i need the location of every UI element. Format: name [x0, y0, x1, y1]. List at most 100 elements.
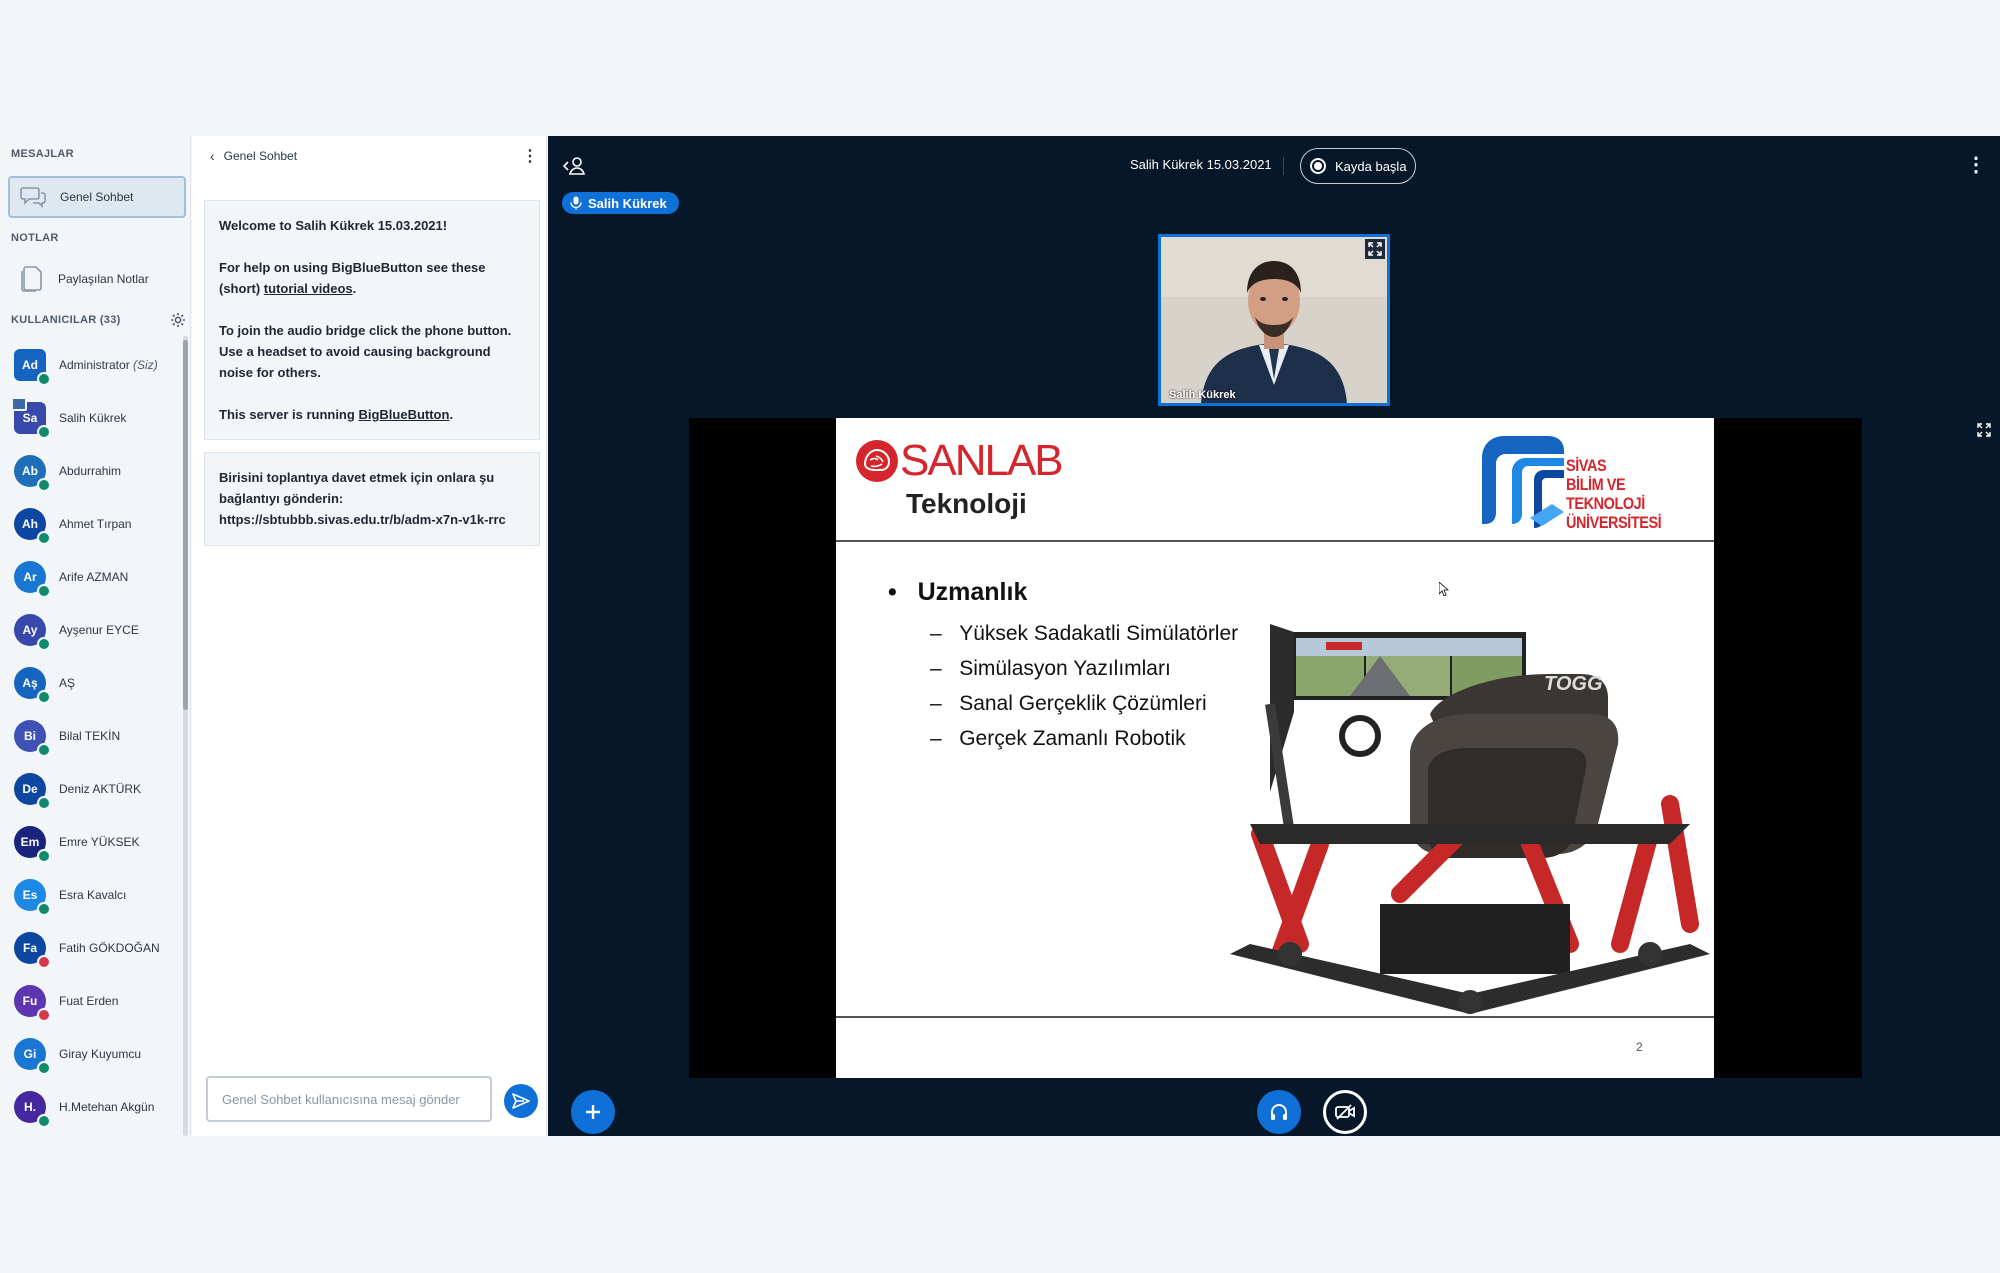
- listen-only-icon: [37, 849, 51, 863]
- meeting-title: Salih Kükrek 15.03.2021: [1130, 157, 1272, 172]
- toggle-userlist-icon[interactable]: [562, 154, 586, 178]
- user-list-item[interactable]: Es Esra Kavalcı: [14, 873, 174, 917]
- fullscreen-icon[interactable]: [1365, 239, 1385, 259]
- user-name: Administrator (Siz): [59, 358, 158, 372]
- user-name: Bilal TEKİN: [59, 729, 120, 743]
- user-name: Deniz AKTÜRK: [59, 782, 141, 796]
- listen-only-icon: [37, 478, 51, 492]
- user-list-item[interactable]: Aş AŞ: [14, 661, 174, 705]
- help-text: For help on using BigBlueButton see thes…: [219, 257, 525, 299]
- avatar: Ad: [14, 349, 51, 386]
- send-button[interactable]: [504, 1084, 538, 1118]
- headphones-icon: [1271, 1104, 1287, 1120]
- notes-icon: [16, 264, 46, 294]
- gear-icon[interactable]: [170, 312, 186, 328]
- user-name-text: Fatih GÖKDOĞAN: [59, 941, 160, 955]
- webcam-person-image: [1161, 237, 1387, 403]
- footer-rule: [836, 1016, 1714, 1018]
- sub-item: – Simülasyon Yazılımları: [930, 657, 1171, 680]
- bigbluebutton-link[interactable]: BigBlueButton: [358, 407, 449, 422]
- user-name-text: Esra Kavalcı: [59, 888, 127, 902]
- audio-button[interactable]: [1257, 1090, 1301, 1134]
- user-name: Fuat Erden: [59, 994, 118, 1008]
- user-list-item[interactable]: De Deniz AKTÜRK: [14, 767, 174, 811]
- talking-indicator[interactable]: Salih Kükrek: [562, 192, 679, 214]
- user-name: Ayşenur EYCE: [59, 623, 139, 637]
- avatar: Fa: [14, 932, 51, 969]
- user-list-item[interactable]: Em Emre YÜKSEK: [14, 820, 174, 864]
- user-name-text: H.Metehan Akgün: [59, 1100, 155, 1114]
- user-list-scroll-thumb[interactable]: [183, 340, 188, 710]
- user-name-text: Fuat Erden: [59, 994, 119, 1008]
- notes-section-title: NOTLAR: [11, 232, 59, 244]
- public-chat-button[interactable]: Genel Sohbet: [8, 176, 186, 218]
- user-name-text: Abdurrahim: [59, 464, 122, 478]
- user-list-item[interactable]: Gi Giray Kuyumcu: [14, 1032, 174, 1076]
- chevron-left-icon[interactable]: ‹: [210, 148, 215, 164]
- user-name-text: Administrator: [59, 358, 130, 372]
- presentation-slide[interactable]: SANLAB Teknoloji SİVAS BİLİM VE TEKNOLOJ…: [836, 418, 1714, 1078]
- slide-bullet: • Uzmanlık: [888, 578, 1028, 606]
- tutorial-videos-link[interactable]: tutorial videos: [264, 281, 353, 296]
- user-list-item[interactable]: Ah Ahmet Tırpan: [14, 502, 174, 546]
- chat-message-input[interactable]: Genel Sohbet kullanıcısına mesaj gönder: [206, 1076, 492, 1122]
- user-name-text: Bilal TEKİN: [59, 729, 121, 743]
- listen-only-icon: [37, 637, 51, 651]
- header-rule: [836, 540, 1714, 542]
- avatar-initials: Es: [22, 888, 38, 902]
- user-list-item[interactable]: H. H.Metehan Akgün: [14, 1085, 174, 1129]
- avatar: Ab: [14, 455, 51, 492]
- chat-panel: ‹ Genel Sohbet ⋮ Welcome to Salih Kükrek…: [192, 136, 547, 1136]
- actions-plus-button[interactable]: [571, 1090, 615, 1134]
- welcome-title: Welcome to Salih Kükrek 15.03.2021!: [219, 218, 448, 233]
- record-label: Kayda başla: [1335, 158, 1407, 174]
- presenter-icon: [11, 397, 27, 411]
- start-recording-button[interactable]: Kayda başla: [1300, 148, 1416, 184]
- chat-options-icon[interactable]: ⋮: [522, 146, 538, 166]
- presentation-fullscreen-icon[interactable]: [1976, 422, 1992, 438]
- avatar-initials: Bi: [24, 729, 36, 743]
- user-list-item[interactable]: Ar Arife AZMAN: [14, 555, 174, 599]
- avatar-initials: Aş: [22, 676, 38, 690]
- user-list-item[interactable]: Fu Fuat Erden: [14, 979, 174, 1023]
- webcam-video[interactable]: Salih Kükrek: [1158, 234, 1390, 406]
- welcome-message: Welcome to Salih Kükrek 15.03.2021! For …: [204, 200, 540, 440]
- avatar: Gi: [14, 1038, 51, 1075]
- listen-only-icon: [37, 425, 51, 439]
- user-name: Abdurrahim: [59, 464, 121, 478]
- chat-header[interactable]: ‹ Genel Sohbet: [210, 148, 297, 164]
- slide-page-number: 2: [1636, 1040, 1643, 1054]
- avatar: Ay: [14, 614, 51, 651]
- talker-name: Salih Kükrek: [588, 195, 667, 211]
- presentation-stage: Salih Kükrek 15.03.2021 Kayda başla ⋮ Sa…: [548, 136, 2000, 1136]
- user-name: AŞ: [59, 676, 75, 690]
- uni-line-2: BİLİM VE TEKNOLOJİ: [1566, 475, 1645, 513]
- user-list-item[interactable]: Fa Fatih GÖKDOĞAN: [14, 926, 174, 970]
- muted-mic-icon: [37, 1008, 51, 1022]
- shared-notes-button[interactable]: Paylaşılan Notlar: [8, 258, 186, 300]
- user-list-item[interactable]: Ab Abdurrahim: [14, 449, 174, 493]
- user-name-text: Ayşenur EYCE: [59, 623, 139, 637]
- user-name: H.Metehan Akgün: [59, 1100, 154, 1114]
- sanlab-logo-text: SANLAB: [900, 436, 1064, 485]
- user-list-item[interactable]: Ad Administrator (Siz): [14, 343, 174, 387]
- listen-only-icon: [37, 1114, 51, 1128]
- avatar-initials: Em: [20, 835, 40, 849]
- user-list-item[interactable]: Bi Bilal TEKİN: [14, 714, 174, 758]
- simulator-image: TOGG: [1230, 624, 1710, 1014]
- user-name: Salih Kükrek: [59, 411, 126, 425]
- avatar: Ah: [14, 508, 51, 545]
- listen-only-icon: [37, 1061, 51, 1075]
- user-name: Emre YÜKSEK: [59, 835, 139, 849]
- user-name-text: Giray Kuyumcu: [59, 1047, 142, 1061]
- camera-button[interactable]: [1323, 1090, 1367, 1134]
- avatar: Em: [14, 826, 51, 863]
- options-menu-icon[interactable]: ⋮: [1966, 152, 1986, 177]
- chat-title: Genel Sohbet: [223, 149, 298, 163]
- server-suffix: .: [449, 407, 454, 422]
- invite-url[interactable]: https://sbtubbb.sivas.edu.tr/b/adm-x7n-v…: [219, 509, 525, 530]
- avatar: Aş: [14, 667, 51, 704]
- user-list-item[interactable]: Sa Salih Kükrek: [11, 396, 174, 440]
- user-list-item[interactable]: Ay Ayşenur EYCE: [14, 608, 174, 652]
- user-name: Arife AZMAN: [59, 570, 128, 584]
